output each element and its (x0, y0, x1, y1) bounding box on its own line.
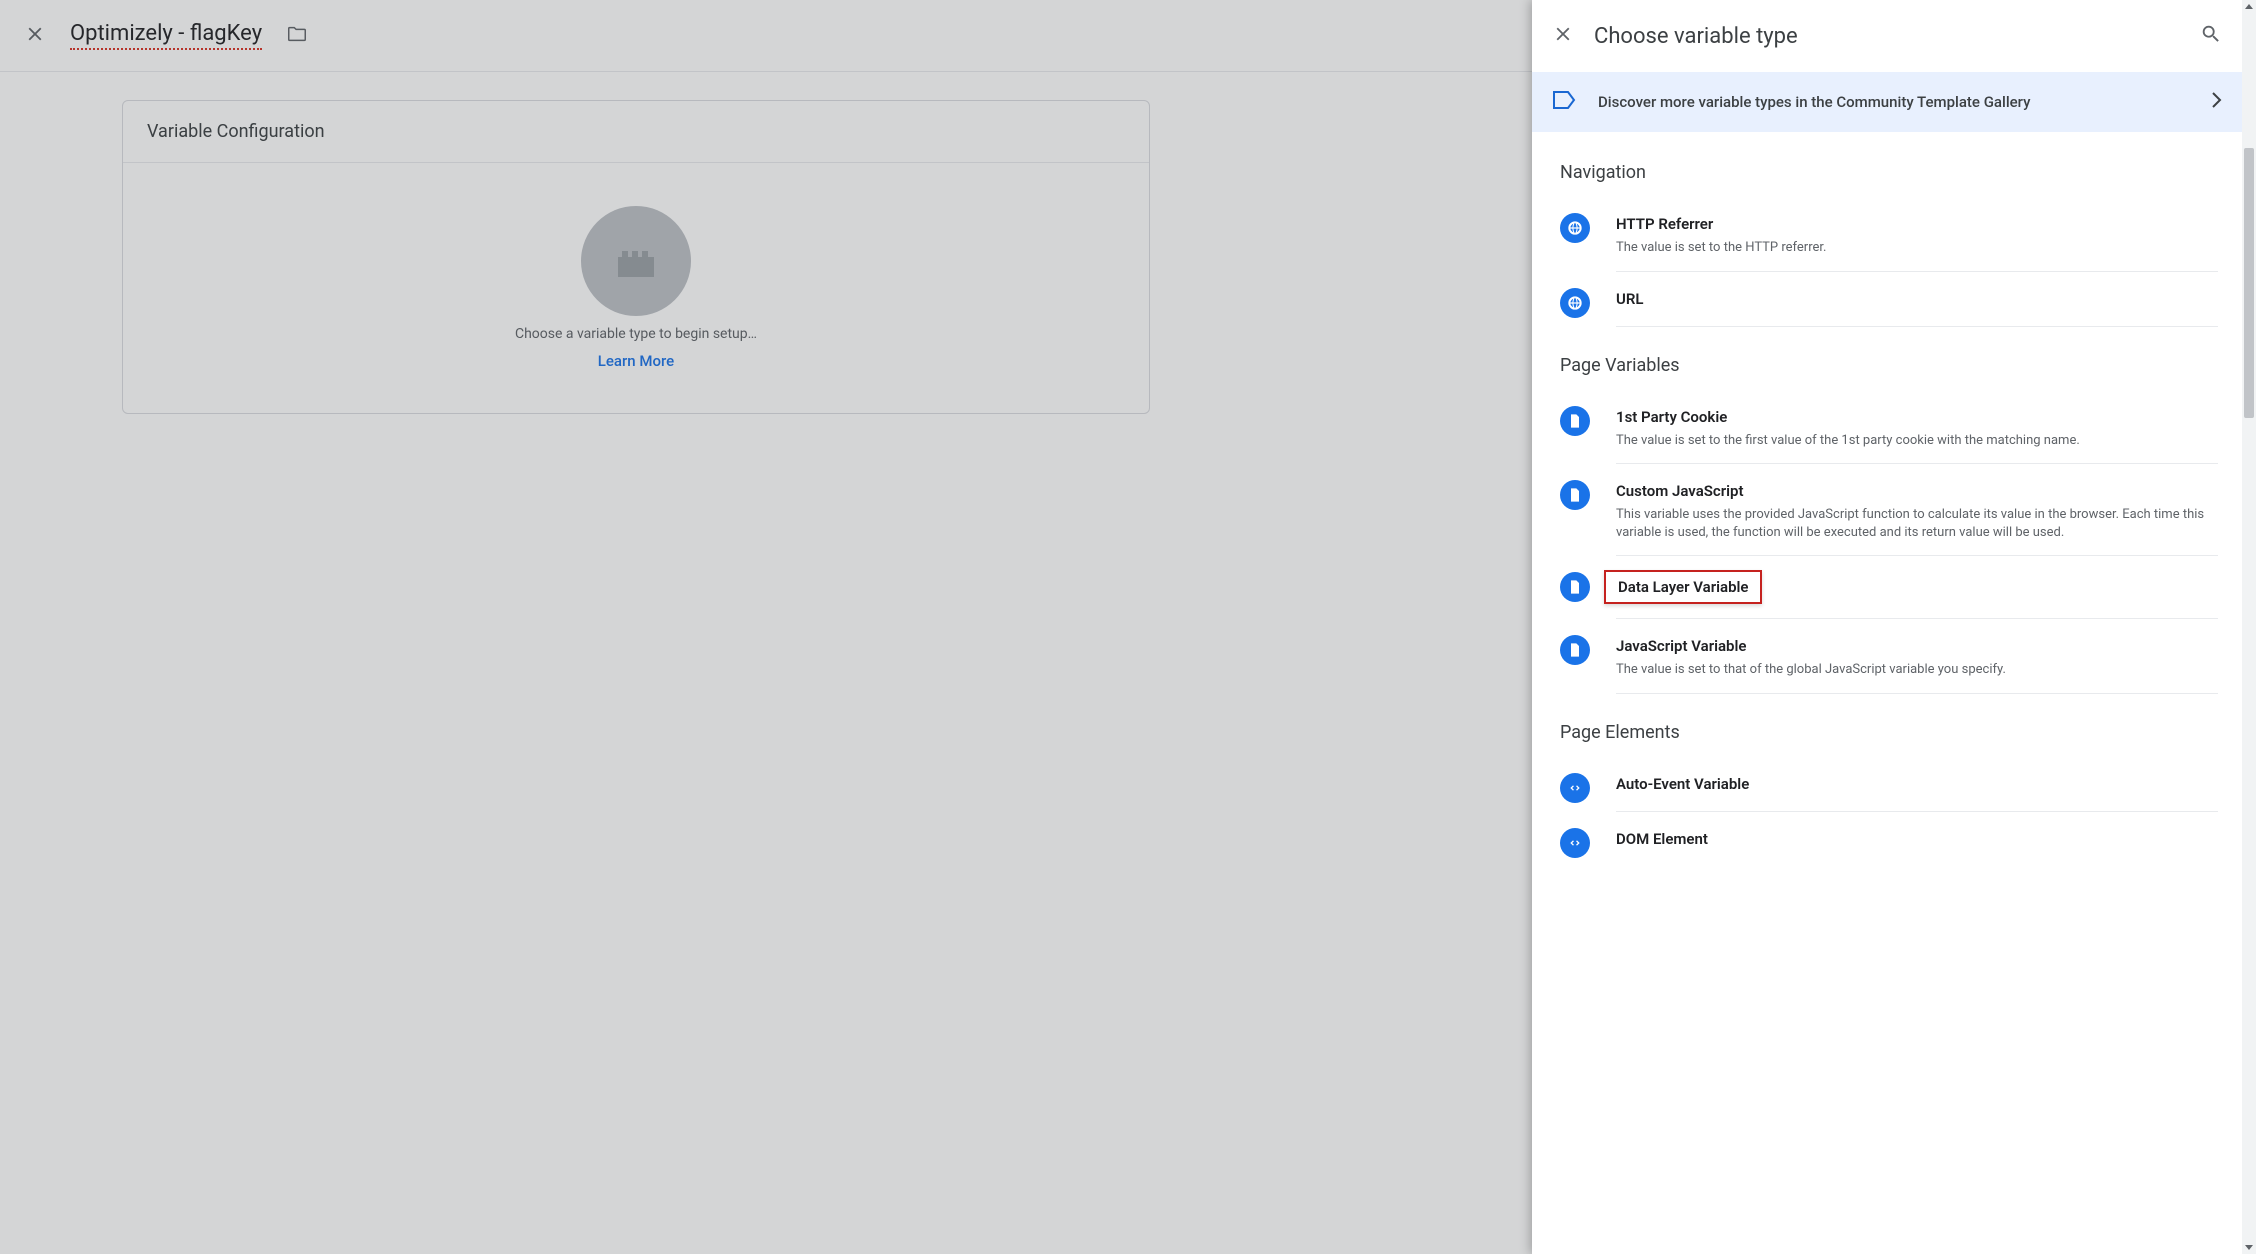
item-title: 1st Party Cookie (1608, 404, 1735, 430)
item-title: URL (1608, 286, 1652, 312)
globe-icon (1560, 213, 1590, 243)
drawer-title: Choose variable type (1594, 24, 2180, 49)
discover-gallery-banner[interactable]: Discover more variable types in the Comm… (1532, 72, 2242, 132)
search-icon[interactable] (2200, 23, 2222, 49)
item-desc: This variable uses the provided JavaScri… (1616, 506, 2218, 541)
page-icon (1560, 572, 1590, 602)
item-desc: The value is set to that of the global J… (1616, 661, 2218, 679)
variable-type-auto-event[interactable]: Auto-Event Variable (1560, 757, 2242, 812)
variable-type-first-party-cookie[interactable]: 1st Party Cookie The value is set to the… (1560, 390, 2242, 465)
item-title: Data Layer Variable (1604, 570, 1762, 604)
section-navigation: Navigation (1560, 162, 2242, 183)
variable-type-js-variable[interactable]: JavaScript Variable The value is set to … (1560, 619, 2242, 694)
item-title: HTTP Referrer (1608, 211, 1721, 237)
page-icon (1560, 635, 1590, 665)
variable-type-data-layer[interactable]: Data Layer Variable (1560, 556, 2242, 619)
item-title: JavaScript Variable (1608, 633, 1754, 659)
page-icon (1560, 480, 1590, 510)
section-page-variables: Page Variables (1560, 355, 2242, 376)
variable-type-dom-element[interactable]: DOM Element (1560, 812, 2242, 866)
variable-type-custom-js[interactable]: Custom JavaScript This variable uses the… (1560, 464, 2242, 556)
drawer-scroll-area[interactable]: Navigation HTTP Referrer The value is se… (1532, 132, 2242, 1254)
chevron-right-icon (2212, 92, 2222, 112)
page-icon (1560, 406, 1590, 436)
variable-type-drawer: Choose variable type Discover more varia… (1532, 0, 2242, 1254)
discover-text: Discover more variable types in the Comm… (1598, 93, 2190, 111)
drawer-header: Choose variable type (1532, 0, 2242, 72)
close-icon[interactable] (1552, 23, 1574, 49)
variable-type-http-referrer[interactable]: HTTP Referrer The value is set to the HT… (1560, 197, 2242, 272)
code-icon (1560, 828, 1590, 858)
variable-type-url[interactable]: URL (1560, 272, 2242, 327)
item-desc: The value is set to the first value of t… (1616, 432, 2218, 450)
item-title: DOM Element (1608, 826, 1716, 852)
item-title: Auto-Event Variable (1608, 771, 1757, 797)
scroll-thumb[interactable] (2244, 148, 2254, 418)
scroll-down-icon[interactable] (2242, 1240, 2256, 1254)
item-title: Custom JavaScript (1608, 478, 1752, 504)
section-page-elements: Page Elements (1560, 722, 2242, 743)
os-scrollbar[interactable] (2242, 0, 2256, 1254)
code-icon (1560, 773, 1590, 803)
item-desc: The value is set to the HTTP referrer. (1616, 239, 2218, 257)
globe-icon (1560, 288, 1590, 318)
tag-icon (1552, 90, 1576, 114)
scroll-up-icon[interactable] (2242, 0, 2256, 14)
